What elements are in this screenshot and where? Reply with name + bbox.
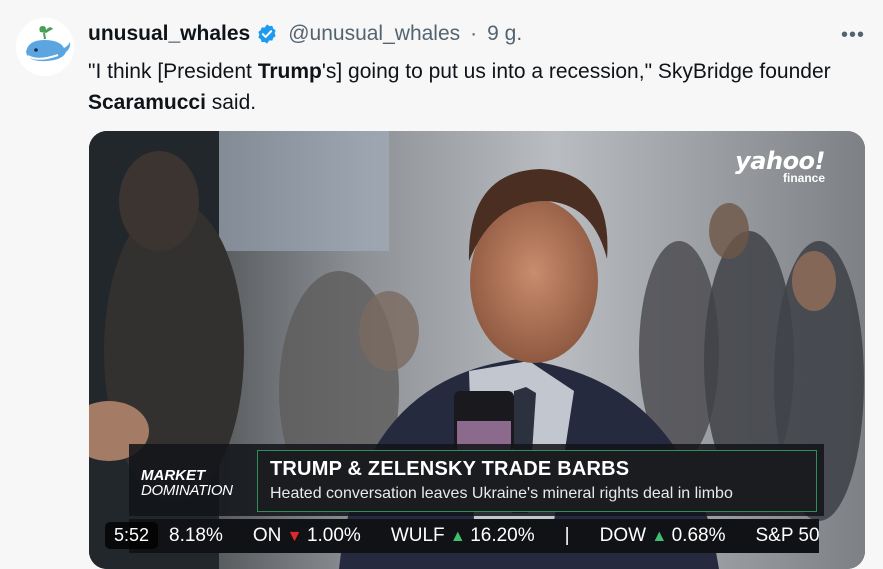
ticker-item: WULF ▲ 16.20%: [391, 525, 535, 547]
up-arrow-icon: ▲: [651, 528, 672, 545]
ticker-value: 1.00%: [306, 525, 361, 546]
ticker-value: 0.68%: [671, 525, 726, 546]
subheadline: Heated conversation leaves Ukraine's min…: [270, 485, 733, 502]
ticker-label: |: [564, 525, 570, 546]
text-bold-trump: Trump: [257, 60, 322, 83]
tweet-header: unusual_whales @unusual_whales · 9 g.: [88, 20, 522, 48]
ticker-item: |: [565, 525, 570, 547]
yahoo-finance-logo: yahoo! finance: [735, 149, 825, 184]
more-options-icon[interactable]: •••: [841, 24, 865, 47]
text-part: "I think [President: [88, 60, 258, 83]
ticker-value: 16.20%: [470, 525, 535, 546]
headline-box: TRUMP & ZELENSKY TRADE BARBS Heated conv…: [257, 450, 817, 512]
lower-third: MARKET DOMINATION TRUMP & ZELENSKY TRADE…: [129, 444, 824, 516]
market-domination-label: MARKET DOMINATION: [141, 468, 233, 498]
ticker-label: WULF: [390, 525, 450, 546]
text-bold-scaramucci: Scaramucci: [88, 91, 206, 114]
tweet-time[interactable]: 9 g.: [487, 22, 522, 46]
ticker-label: DOW: [599, 525, 652, 546]
market-line2: DOMINATION: [141, 482, 233, 499]
stock-ticker: 8.18% ON ▼ 1.00% WULF ▲ 16.20% | DOW ▲ 0.68…: [129, 519, 819, 553]
up-arrow-icon: ▲: [449, 528, 471, 545]
dot-separator: ·: [470, 22, 478, 45]
verified-badge-icon: [258, 24, 276, 44]
down-arrow-icon: ▼: [286, 528, 307, 545]
text-part: 's] going to put us into a recession," S…: [321, 60, 831, 83]
avatar[interactable]: [16, 18, 74, 76]
market-line1: MARKET: [141, 467, 206, 484]
whale-logo-icon: [16, 18, 74, 76]
video-player[interactable]: yahoo! finance MARKET DOMINATION TRUMP &…: [89, 131, 865, 569]
headline: TRUMP & ZELENSKY TRADE BARBS: [270, 458, 630, 480]
text-part: said.: [205, 91, 257, 114]
ticker-value: 8.18%: [169, 525, 223, 546]
author-handle[interactable]: @unusual_whales: [288, 22, 460, 46]
author-name[interactable]: unusual_whales: [88, 22, 250, 46]
video-duration: 5:52: [105, 522, 159, 549]
ticker-item: ON ▼ 1.00%: [253, 525, 361, 547]
ticker-item: 8.18%: [169, 525, 223, 547]
ticker-item: S&P 50: [755, 525, 819, 547]
ticker-label: ON: [252, 525, 287, 546]
tweet-text: "I think [President Trump's] going to pu…: [88, 56, 858, 118]
ticker-item: DOW ▲ 0.68%: [600, 525, 726, 547]
ticker-label: S&P 50: [755, 525, 819, 546]
